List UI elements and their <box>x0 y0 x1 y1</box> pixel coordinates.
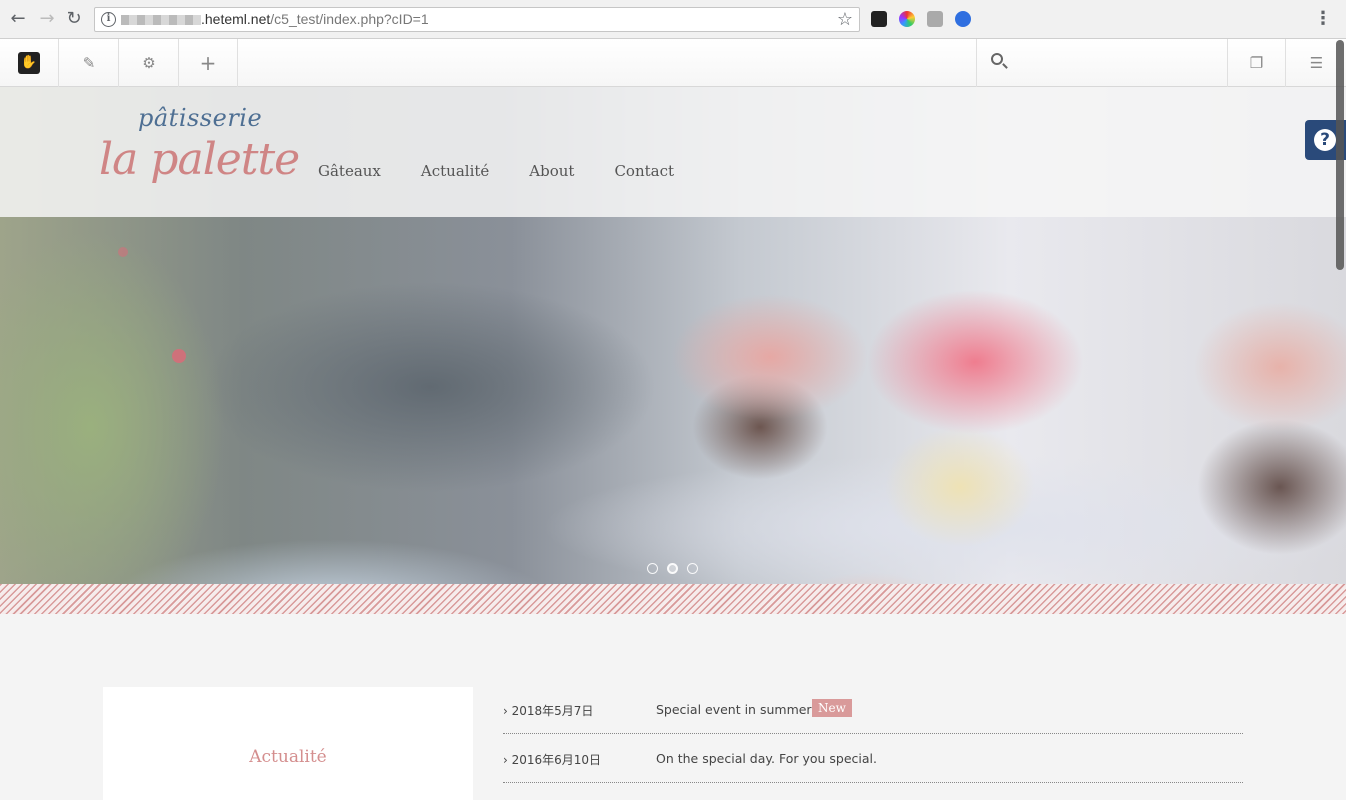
concrete-logo-icon: ✋ <box>18 52 40 74</box>
news-date: › 2016年6月10日 <box>503 753 602 767</box>
scrollbar[interactable] <box>1336 40 1344 270</box>
news-date: › 2018年5月7日 <box>503 704 594 718</box>
slider-dot-1[interactable] <box>647 563 658 574</box>
forward-icon[interactable]: → <box>37 9 57 29</box>
slider-dot-2[interactable] <box>667 563 678 574</box>
main-nav: Gâteaux Actualité About Contact <box>318 162 714 180</box>
decorative-stripe <box>0 584 1346 614</box>
cms-toolbar: ✋ ✎ ⚙ + ❐ ☰ <box>0 39 1346 87</box>
edit-page-button[interactable]: ✎ <box>60 39 119 87</box>
back-icon[interactable]: ← <box>8 9 28 29</box>
slider-pagination <box>647 563 707 574</box>
news-card-title: Actualité <box>249 747 327 767</box>
nav-about[interactable]: About <box>529 162 574 180</box>
decor-flower <box>172 349 186 363</box>
extension-color-icon[interactable] <box>899 11 915 27</box>
decor-flower <box>118 247 128 257</box>
extension-blue-icon[interactable] <box>955 11 971 27</box>
news-item[interactable]: › 2016年6月10日 On the special day. For you… <box>503 736 1243 783</box>
url-redacted <box>121 15 201 25</box>
news-title-link[interactable]: Special event in summer <box>656 702 812 717</box>
pencil-icon: ✎ <box>82 54 96 72</box>
sliders-icon: ☰ <box>1309 54 1324 72</box>
logo-subtitle[interactable]: pâtisserie <box>138 104 262 132</box>
extension-concrete-icon[interactable] <box>871 11 887 27</box>
search-icon <box>991 53 1003 65</box>
plus-icon: + <box>199 51 217 75</box>
cms-logo-button[interactable]: ✋ <box>0 39 59 87</box>
logo-title[interactable]: la palette <box>99 134 300 185</box>
url-text[interactable]: .heteml.net/c5_test/index.php?cID=1 <box>201 11 429 27</box>
reload-icon[interactable]: ↻ <box>64 9 84 29</box>
add-content-button[interactable]: + <box>179 39 238 87</box>
nav-actualite[interactable]: Actualité <box>421 162 489 180</box>
news-title-link[interactable]: On the special day. For you special. <box>656 751 877 766</box>
slider-dot-3[interactable] <box>687 563 698 574</box>
nav-gateaux[interactable]: Gâteaux <box>318 162 381 180</box>
cms-search-input[interactable] <box>1017 51 1217 75</box>
bookmark-star-icon[interactable]: ☆ <box>837 9 853 30</box>
address-bar[interactable]: i .heteml.net/c5_test/index.php?cID=1 ☆ <box>94 7 860 32</box>
browser-menu-icon[interactable]: ⋮ <box>1314 8 1332 29</box>
site-info-icon[interactable]: i <box>101 12 116 27</box>
pages-icon: ❐ <box>1249 54 1264 72</box>
cms-search <box>976 39 1227 87</box>
extension-camera-icon[interactable] <box>927 11 943 27</box>
nav-contact[interactable]: Contact <box>614 162 674 180</box>
page-settings-button[interactable]: ⚙ <box>120 39 179 87</box>
gear-icon: ⚙ <box>142 54 156 72</box>
news-card: Actualité <box>103 687 473 800</box>
browser-toolbar: ← → ↻ i .heteml.net/c5_test/index.php?cI… <box>0 0 1346 39</box>
new-badge: New <box>812 699 852 717</box>
news-item[interactable]: › 2018年5月7日 Special event in summer New <box>503 687 1243 734</box>
sitemap-button[interactable]: ❐ <box>1227 39 1286 87</box>
news-list: › 2018年5月7日 Special event in summer New … <box>503 687 1243 783</box>
help-icon: ? <box>1314 129 1336 151</box>
